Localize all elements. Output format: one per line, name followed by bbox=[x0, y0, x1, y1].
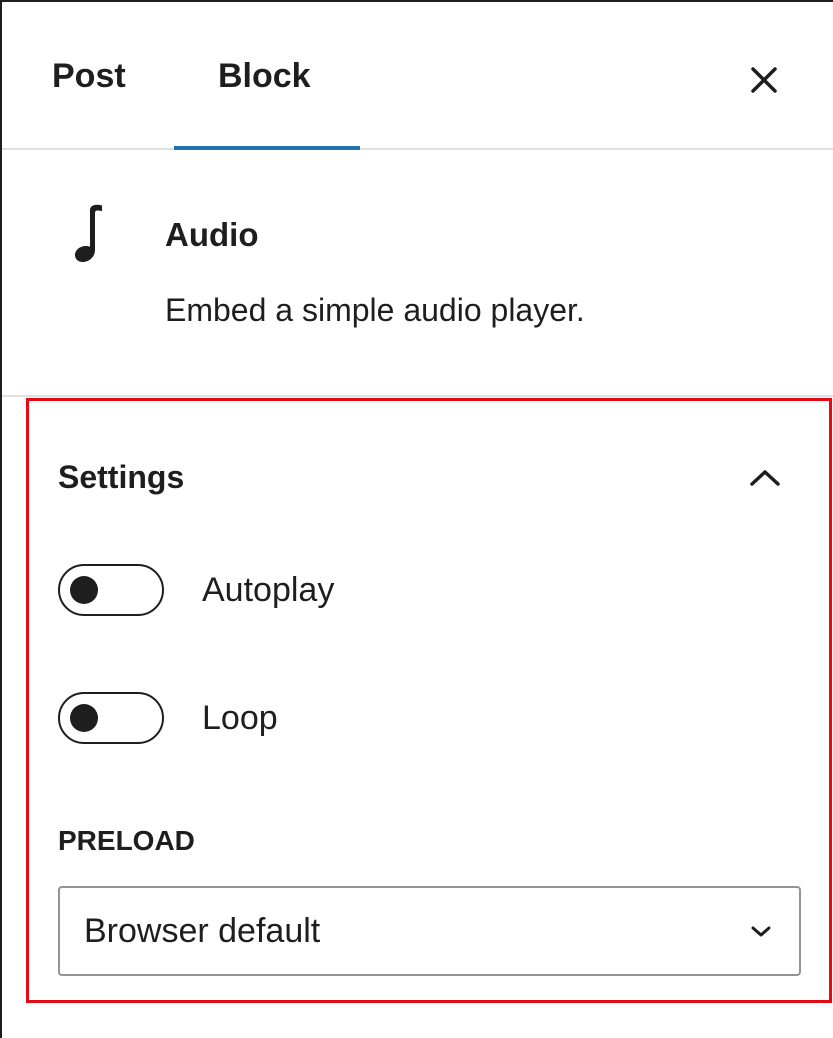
close-icon bbox=[751, 67, 777, 93]
chevron-up-icon bbox=[750, 470, 780, 486]
block-card: Audio Embed a simple audio player. bbox=[2, 150, 833, 397]
preload-select[interactable]: Browser default bbox=[58, 886, 801, 976]
preload-selected-value: Browser default bbox=[84, 911, 321, 950]
close-button[interactable] bbox=[740, 56, 788, 104]
loop-label: Loop bbox=[202, 698, 278, 737]
settings-panel: Settings Autoplay Loop PRELOAD Browser d… bbox=[26, 398, 832, 1003]
tab-post-label: Post bbox=[52, 56, 126, 95]
tab-block[interactable]: Block bbox=[218, 2, 311, 150]
preload-label: PRELOAD bbox=[58, 825, 195, 856]
block-description: Embed a simple audio player. bbox=[165, 292, 585, 328]
settings-collapse-button[interactable] bbox=[741, 453, 789, 501]
block-inspector-panel: Post Block Audio Embed a simple audio pl… bbox=[0, 0, 833, 1038]
loop-toggle[interactable] bbox=[58, 692, 164, 744]
autoplay-toggle[interactable] bbox=[58, 564, 164, 616]
tab-block-label: Block bbox=[218, 56, 311, 95]
autoplay-label: Autoplay bbox=[202, 570, 335, 609]
autoplay-toggle-row: Autoplay bbox=[58, 563, 334, 617]
toggle-knob bbox=[70, 576, 98, 604]
block-title: Audio bbox=[165, 216, 259, 253]
sidebar-tabs: Post Block bbox=[2, 2, 833, 150]
tab-post[interactable]: Post bbox=[52, 2, 126, 150]
toggle-knob bbox=[70, 704, 98, 732]
loop-toggle-row: Loop bbox=[58, 691, 278, 745]
settings-title: Settings bbox=[58, 459, 185, 495]
music-note-icon bbox=[75, 204, 102, 262]
chevron-down-icon bbox=[743, 913, 779, 949]
